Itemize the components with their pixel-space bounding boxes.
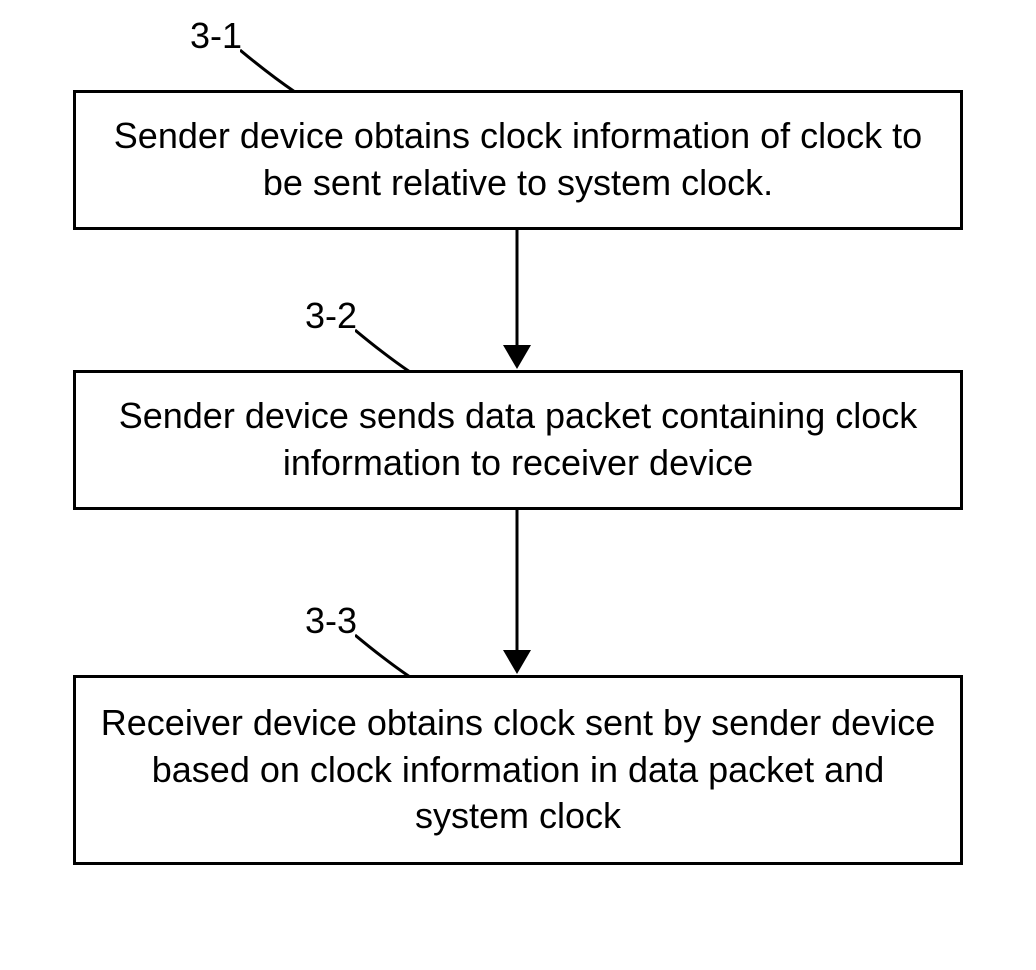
step-1-text: Sender device obtains clock information … [96, 113, 940, 207]
step-3-box: Receiver device obtains clock sent by se… [73, 675, 963, 865]
step-2-box: Sender device sends data packet containi… [73, 370, 963, 510]
step-2-label: 3-2 [305, 295, 357, 337]
step-1-box: Sender device obtains clock information … [73, 90, 963, 230]
flowchart-canvas: 3-1 Sender device obtains clock informat… [0, 0, 1036, 970]
arrow-1-to-2 [516, 230, 519, 345]
arrow-2-to-3 [516, 510, 519, 650]
arrow-1-to-2-head [503, 345, 531, 369]
step-2-text: Sender device sends data packet containi… [96, 393, 940, 487]
step-3-text: Receiver device obtains clock sent by se… [96, 700, 940, 840]
step-3-label: 3-3 [305, 600, 357, 642]
step-1-label: 3-1 [190, 15, 242, 57]
arrow-2-to-3-head [503, 650, 531, 674]
